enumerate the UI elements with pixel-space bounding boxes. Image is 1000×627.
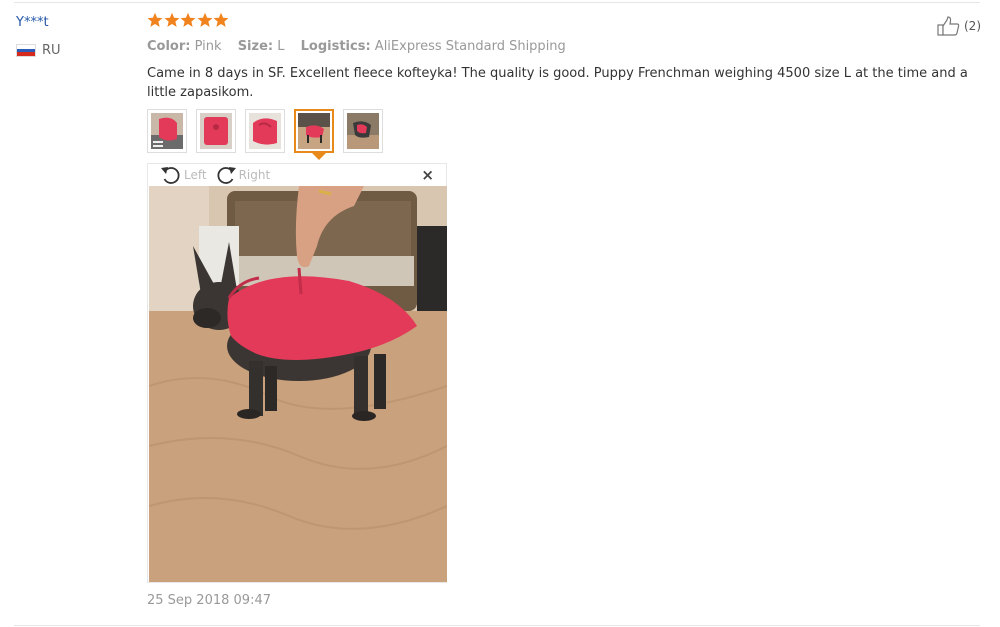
photo-thumbnail[interactable] [196, 109, 236, 153]
russia-flag-icon [16, 44, 36, 57]
photo-thumbnail[interactable] [245, 109, 285, 153]
review-text: Came in 8 days in SF. Excellent fleece k… [147, 66, 968, 100]
purchase-details: Color: Pink Size: L Logistics: AliExpres… [147, 39, 578, 54]
thumbnail-image [200, 113, 232, 149]
review-photo-large [149, 186, 447, 582]
selected-thumbnail-indicator [312, 153, 326, 160]
photo-thumbnail[interactable] [343, 109, 383, 153]
star-icon [164, 12, 179, 27]
rotate-left-button[interactable]: Left [160, 165, 207, 185]
viewer-toolbar: Left Right × [148, 164, 446, 186]
country-code: RU [42, 43, 61, 58]
reviewer-country: RU [16, 43, 61, 58]
review-date: 25 Sep 2018 09:47 [147, 593, 271, 608]
rotate-left-label: Left [184, 168, 207, 182]
rotate-right-button[interactable]: Right [215, 165, 271, 185]
rotate-right-label: Right [238, 168, 271, 182]
size-label: Size: [237, 39, 274, 54]
close-icon[interactable]: × [421, 166, 434, 184]
helpful-button[interactable]: (2) [937, 16, 981, 36]
logistics-label: Logistics: [300, 39, 371, 54]
star-icon [197, 12, 212, 27]
reviewer-name[interactable]: Y***t [16, 15, 49, 30]
star-icon [147, 12, 163, 27]
thumbnail-image [347, 113, 379, 149]
logistics-value: AliExpress Standard Shipping [374, 39, 566, 54]
star-icon [180, 12, 196, 27]
bottom-divider [14, 625, 980, 626]
photo-thumbnail[interactable] [147, 109, 187, 153]
thumbnail-image [298, 113, 330, 149]
photo-thumbnail-selected[interactable] [294, 109, 334, 153]
dog-in-pink-sweater-photo [149, 186, 447, 582]
rotate-left-icon [161, 167, 180, 184]
photo-viewer: Left Right × [147, 163, 447, 583]
color-value: Pink [194, 39, 222, 54]
thumbnail-image [249, 113, 281, 149]
thumbs-up-icon [937, 16, 960, 36]
rotate-right-icon [217, 167, 236, 184]
size-value: L [277, 39, 285, 54]
helpful-count: (2) [964, 19, 981, 33]
star-rating [147, 12, 230, 28]
star-icon [213, 12, 229, 27]
thumbnail-image [151, 113, 183, 149]
photo-thumbnails [147, 109, 392, 153]
top-divider [14, 2, 980, 3]
color-label: Color: [147, 39, 191, 54]
